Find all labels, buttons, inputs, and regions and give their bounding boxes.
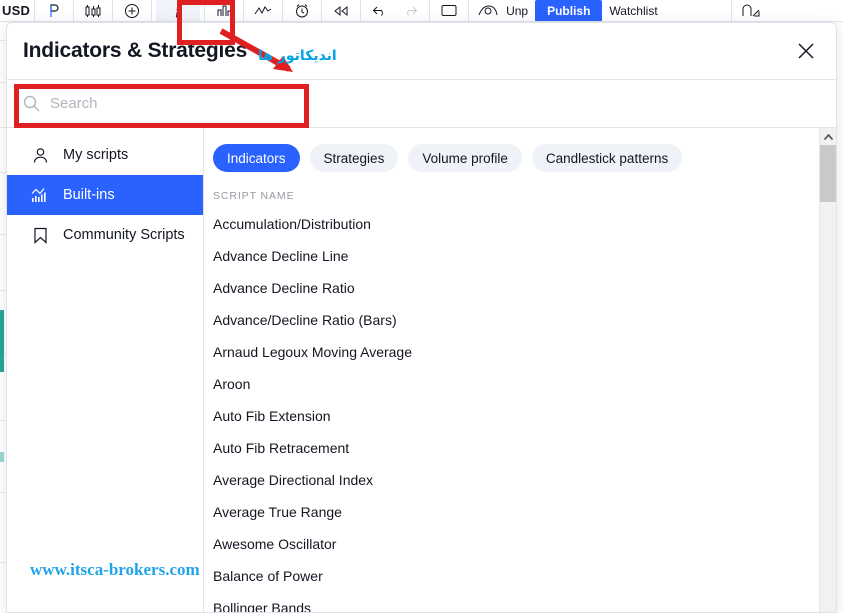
list-item[interactable]: Balance of Power xyxy=(204,560,836,592)
toolbar-divider xyxy=(321,0,323,21)
list-item[interactable]: Advance Decline Ratio xyxy=(204,272,836,304)
column-header-script-name: SCRIPT NAME xyxy=(213,190,295,202)
scrollbar-thumb[interactable] xyxy=(820,145,836,202)
zigzag-icon[interactable] xyxy=(248,0,278,21)
fx-glyph: ƒ xyxy=(174,1,183,19)
list-item[interactable]: Average Directional Index xyxy=(204,464,836,496)
publish-button[interactable]: Publish xyxy=(535,0,603,21)
list-item[interactable]: Average True Range xyxy=(204,496,836,528)
list-item[interactable]: Awesome Oscillator xyxy=(204,528,836,560)
search-icon xyxy=(23,95,40,112)
screen-root: USD ƒ Unp Publish Watchlist Indicators &… xyxy=(0,0,843,613)
list-item[interactable]: Aroon xyxy=(204,368,836,400)
layout-rect-icon[interactable] xyxy=(434,0,464,21)
dialog-header: Indicators & Strategies xyxy=(7,23,836,80)
search-row xyxy=(7,80,836,128)
alert-clock-icon[interactable] xyxy=(287,0,317,21)
watchlist-label[interactable]: Watchlist xyxy=(606,4,660,18)
script-list: Accumulation/Distribution Advance Declin… xyxy=(204,202,836,612)
content-pane: Indicators Strategies Volume profile Can… xyxy=(204,128,836,612)
toolbar-divider xyxy=(34,0,36,21)
toolbar-divider xyxy=(73,0,75,21)
toolbar-divider xyxy=(151,0,153,21)
symbol-label: USD xyxy=(2,3,31,18)
person-icon xyxy=(31,146,49,164)
list-item[interactable]: Bollinger Bands xyxy=(204,592,836,612)
close-icon[interactable] xyxy=(792,37,820,65)
chart-bars-icon xyxy=(31,186,49,204)
undo-icon[interactable] xyxy=(365,0,395,21)
drawing-tools-icon[interactable] xyxy=(736,0,766,21)
toolbar-divider xyxy=(204,0,206,21)
scrollbar-up-arrow-icon[interactable] xyxy=(820,128,836,145)
list-item[interactable]: Arnaud Legoux Moving Average xyxy=(204,336,836,368)
bar-replay-icon[interactable] xyxy=(209,0,239,21)
rewind-icon[interactable] xyxy=(326,0,356,21)
publish-chart-icon[interactable] xyxy=(473,0,503,21)
toolbar-divider xyxy=(360,0,362,21)
redo-icon[interactable] xyxy=(395,0,425,21)
list-item[interactable]: Auto Fib Extension xyxy=(204,400,836,432)
list-item[interactable]: Advance/Decline Ratio (Bars) xyxy=(204,304,836,336)
indicator-template-icon[interactable] xyxy=(39,0,69,21)
sidebar-item-label: Built-ins xyxy=(63,187,115,203)
indicators-dialog: Indicators & Strategies My script xyxy=(6,22,837,613)
toolbar-divider xyxy=(468,0,470,21)
sidebar: My scripts Built-ins Community Scripts xyxy=(7,128,204,612)
search-input[interactable] xyxy=(50,95,350,112)
sidebar-item-label: My scripts xyxy=(63,147,129,163)
toolbar-divider xyxy=(282,0,284,21)
chip-indicators[interactable]: Indicators xyxy=(213,144,300,172)
sidebar-item-label: Community Scripts xyxy=(63,227,185,243)
bookmark-icon xyxy=(31,226,49,244)
chip-candlestick-patterns[interactable]: Candlestick patterns xyxy=(531,144,683,172)
sidebar-item-community-scripts[interactable]: Community Scripts xyxy=(7,215,203,255)
filter-chips: Indicators Strategies Volume profile Can… xyxy=(204,128,836,172)
scrollbar[interactable] xyxy=(819,128,836,612)
dialog-body: My scripts Built-ins Community Scripts I… xyxy=(7,128,836,612)
chip-strategies[interactable]: Strategies xyxy=(309,144,399,172)
toolbar-divider xyxy=(429,0,431,21)
search-wrapper xyxy=(23,95,836,112)
sidebar-item-built-ins[interactable]: Built-ins xyxy=(7,175,203,215)
list-item[interactable]: Advance Decline Line xyxy=(204,240,836,272)
unpublished-label: Unp xyxy=(506,3,529,18)
page-title: Indicators & Strategies xyxy=(23,39,248,62)
toolbar-divider xyxy=(112,0,114,21)
chart-toolbar: USD ƒ Unp Publish Watchlist xyxy=(0,0,843,22)
list-item[interactable]: Auto Fib Retracement xyxy=(204,432,836,464)
list-item[interactable]: Accumulation/Distribution xyxy=(204,208,836,240)
indicators-fx-icon[interactable]: ƒ xyxy=(156,0,201,21)
add-compare-icon[interactable] xyxy=(117,0,147,21)
chip-volume-profile[interactable]: Volume profile xyxy=(408,144,522,172)
bar-pattern-icon[interactable] xyxy=(78,0,108,21)
sidebar-item-my-scripts[interactable]: My scripts xyxy=(7,135,203,175)
toolbar-divider xyxy=(243,0,245,21)
toolbar-divider xyxy=(730,0,732,21)
